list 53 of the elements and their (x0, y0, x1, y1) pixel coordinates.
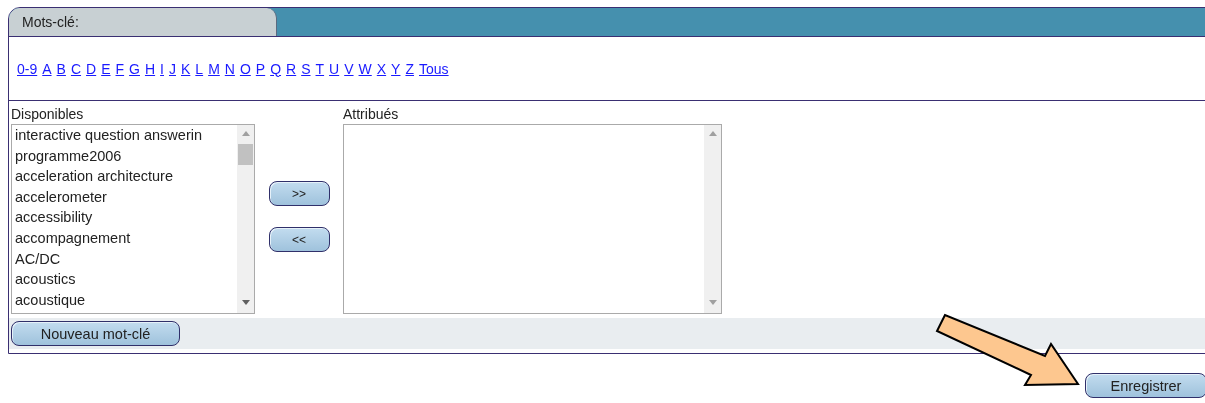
letter-link[interactable]: Y (391, 60, 401, 77)
list-item[interactable]: interactive question answerin (12, 125, 237, 146)
letter-link[interactable]: M (208, 60, 220, 77)
letter-link[interactable]: G (129, 60, 140, 77)
list-item[interactable]: accompagnement (12, 227, 237, 249)
letter-link[interactable]: 0-9 (17, 60, 38, 77)
letter-link[interactable]: A (42, 60, 52, 77)
letter-link[interactable]: I (160, 60, 164, 77)
scrollbar[interactable] (704, 125, 721, 313)
letter-link[interactable]: B (56, 60, 66, 77)
list-label: Attribués (343, 106, 400, 124)
caret-down-icon[interactable] (241, 300, 250, 305)
letter-link[interactable]: E (101, 60, 111, 77)
move-button[interactable]: >> (268, 181, 330, 206)
letter-link[interactable]: H (144, 60, 156, 77)
letter-link[interactable]: Q (270, 60, 282, 77)
list-item[interactable]: accessibility (12, 207, 237, 228)
list-item[interactable]: acceleration architecture (12, 166, 237, 187)
letter-link[interactable]: V (344, 60, 354, 77)
list-item[interactable]: acoustique (12, 289, 237, 311)
letter-link[interactable]: C (70, 60, 82, 77)
list-box[interactable] (343, 124, 722, 314)
list-item[interactable]: programme2006 (12, 145, 237, 167)
letter-link[interactable]: L (195, 60, 204, 77)
letter-link[interactable]: D (86, 60, 97, 77)
letter-link[interactable]: Tous (419, 60, 449, 77)
caret-up-icon[interactable] (241, 131, 250, 136)
letter-link[interactable]: R (286, 60, 297, 77)
save-button[interactable]: Enregistrer (1085, 373, 1205, 398)
letter-link[interactable]: T (315, 60, 325, 77)
letter-link[interactable]: X (376, 60, 387, 77)
letter-link[interactable]: S (301, 60, 311, 77)
letter-link[interactable]: J (169, 60, 176, 77)
letter-link[interactable]: K (181, 60, 191, 77)
list-item[interactable]: accelerometer (12, 186, 237, 208)
letter-link[interactable]: N (224, 60, 235, 77)
move-button[interactable]: << (268, 227, 330, 252)
letter-link[interactable]: P (255, 60, 266, 77)
caret-up-icon[interactable] (708, 131, 717, 136)
scroll-thumb[interactable] (238, 144, 253, 165)
letter-link[interactable]: F (115, 60, 125, 77)
letter-link[interactable]: O (239, 60, 251, 77)
caret-down-icon[interactable] (708, 300, 717, 305)
letter-link[interactable]: Z (405, 60, 414, 77)
letter-link[interactable]: U (329, 60, 340, 77)
list-label: Disponibles (11, 106, 85, 124)
scrollbar[interactable] (237, 125, 254, 313)
list-item[interactable]: acoustics (12, 269, 237, 290)
new-keyword-button[interactable]: Nouveau mot-clé (11, 321, 180, 346)
tab[interactable]: Mots-clé: (9, 8, 277, 36)
list-item[interactable]: AC/DC (12, 248, 237, 270)
letter-link[interactable]: W (358, 60, 372, 77)
list-box[interactable]: interactive question answerin programme2006 acceleration architecture accelerometer accessibility accompagnement AC/DC acoustics acoustique (11, 124, 255, 314)
